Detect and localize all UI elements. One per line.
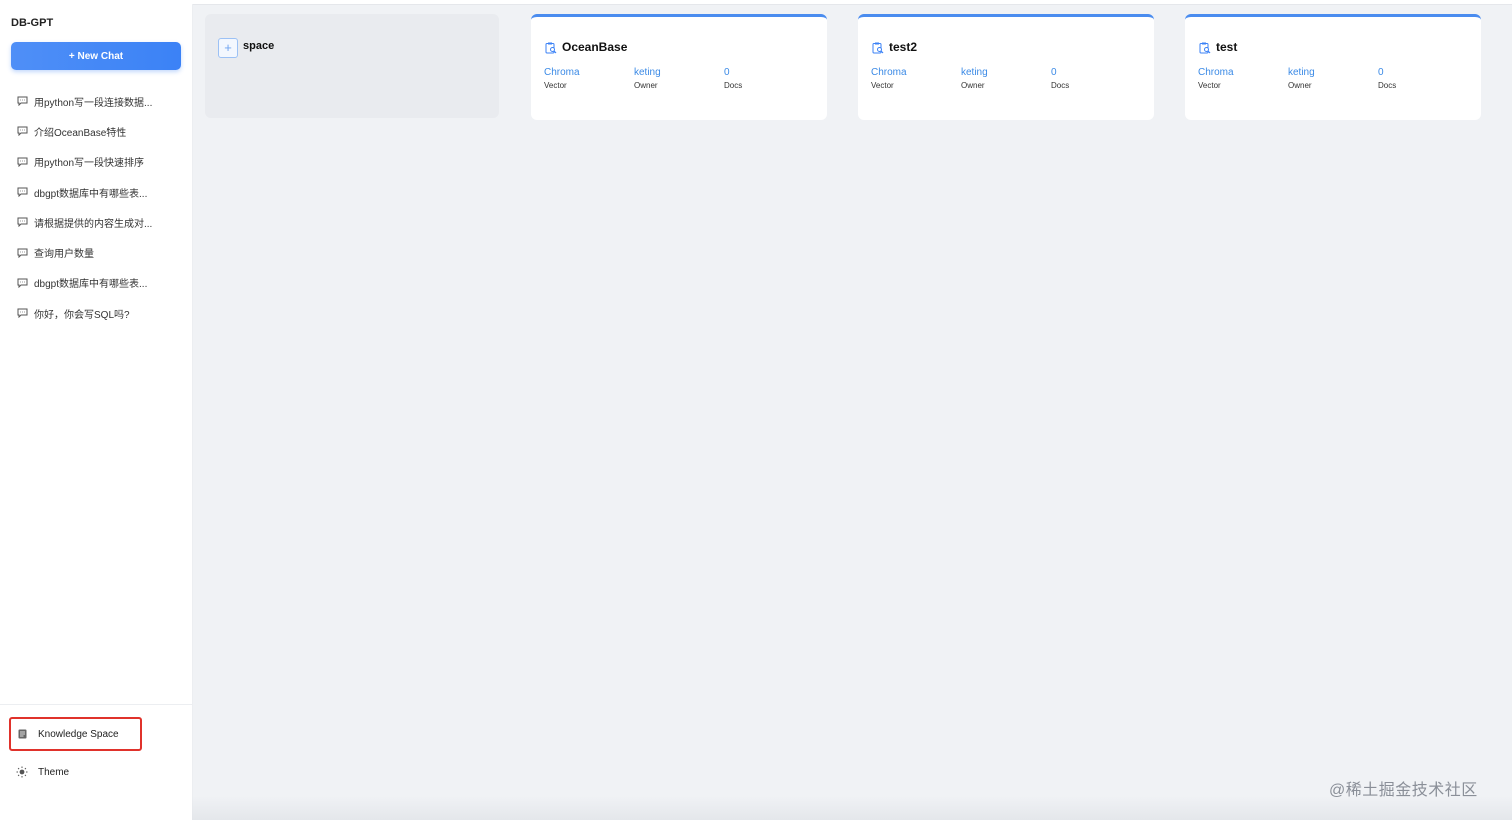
chat-bubble-icon xyxy=(17,217,28,228)
document-icon xyxy=(18,729,27,739)
app-title: DB-GPT xyxy=(11,17,54,29)
add-space-label: space xyxy=(243,40,275,52)
vector-stat: Chroma Vector xyxy=(1198,67,1234,90)
knowledge-space-label: Knowledge Space xyxy=(38,728,119,740)
chat-bubble-icon xyxy=(17,308,28,319)
vector-value: Chroma xyxy=(544,67,580,78)
history-item[interactable]: 用python写一段快速排序 xyxy=(0,147,192,177)
sun-icon xyxy=(16,766,28,778)
owner-stat: keting Owner xyxy=(634,67,661,90)
vector-value: Chroma xyxy=(871,67,907,78)
history-item[interactable]: 介绍OceanBase特性 xyxy=(0,116,192,146)
vector-label: Vector xyxy=(871,81,894,90)
docs-label: Docs xyxy=(724,81,743,90)
top-border xyxy=(0,0,1512,5)
owner-value: keting xyxy=(961,67,988,78)
owner-stat: keting Owner xyxy=(961,67,988,90)
docs-label: Docs xyxy=(1378,81,1397,90)
vector-label: Vector xyxy=(544,81,567,90)
chat-bubble-icon xyxy=(17,96,28,107)
owner-label: Owner xyxy=(1288,81,1312,90)
knowledge-base-icon xyxy=(545,42,557,54)
history-item-label: dbgpt数据库中有哪些表... xyxy=(34,279,148,291)
history-item-label: 查询用户数量 xyxy=(34,249,94,261)
knowledge-space-card[interactable]: test Chroma Vector keting Owner 0 Docs xyxy=(1185,14,1481,120)
vector-value: Chroma xyxy=(1198,67,1234,78)
plus-icon[interactable]: + xyxy=(218,38,238,58)
docs-value: 0 xyxy=(724,67,730,78)
chat-bubble-icon xyxy=(17,278,28,288)
vector-stat: Chroma Vector xyxy=(544,67,580,90)
docs-value: 0 xyxy=(1378,67,1384,78)
owner-stat: keting Owner xyxy=(1288,67,1315,90)
docs-value: 0 xyxy=(1051,67,1057,78)
add-space-card[interactable]: + space xyxy=(205,14,499,118)
owner-label: Owner xyxy=(961,81,985,90)
theme-toggle[interactable]: Theme xyxy=(16,764,69,780)
docs-stat: 0 Docs xyxy=(724,67,742,90)
sidebar: DB-GPT + New Chat 用python写一段连接数据... 介绍Oc… xyxy=(0,4,193,820)
history-item[interactable]: 用python写一段连接数据... xyxy=(0,86,192,116)
chat-bubble-icon xyxy=(17,187,28,198)
new-chat-button[interactable]: + New Chat xyxy=(11,42,181,70)
card-title: test2 xyxy=(889,40,918,54)
owner-value: keting xyxy=(1288,67,1315,78)
bottom-shadow xyxy=(192,796,1512,820)
owner-label: Owner xyxy=(634,81,658,90)
docs-label: Docs xyxy=(1051,81,1070,90)
knowledge-space-card[interactable]: test2 Chroma Vector keting Owner 0 Docs xyxy=(858,14,1154,120)
chat-bubble-icon xyxy=(17,157,28,167)
history-item-label: 用python写一段快速排序 xyxy=(34,158,145,170)
sidebar-divider xyxy=(0,704,192,705)
history-item-label: 介绍OceanBase特性 xyxy=(34,127,127,139)
chat-bubble-icon xyxy=(17,126,28,137)
card-title: OceanBase xyxy=(562,40,628,54)
history-item[interactable]: 查询用户数量 xyxy=(0,237,192,267)
docs-stat: 0 Docs xyxy=(1378,67,1396,90)
history-item-label: 你好，你会写SQL吗? xyxy=(34,309,130,321)
theme-label: Theme xyxy=(38,766,70,778)
history-item-label: 请根据提供的内容生成对... xyxy=(34,218,153,230)
knowledge-base-icon xyxy=(872,42,884,54)
history-item[interactable]: 你好，你会写SQL吗? xyxy=(0,298,192,328)
docs-stat: 0 Docs xyxy=(1051,67,1069,90)
watermark-text: @稀土掘金技术社区 xyxy=(1329,782,1478,799)
vector-label: Vector xyxy=(1198,81,1221,90)
history-item[interactable]: 请根据提供的内容生成对... xyxy=(0,207,192,237)
history-item-label: dbgpt数据库中有哪些表... xyxy=(34,188,148,200)
owner-value: keting xyxy=(634,67,661,78)
history-item-label: 用python写一段连接数据... xyxy=(34,97,153,109)
card-title: test xyxy=(1216,40,1238,54)
knowledge-space-card[interactable]: OceanBase Chroma Vector keting Owner 0 D… xyxy=(531,14,827,120)
chat-history-list: 用python写一段连接数据... 介绍OceanBase特性 用python写… xyxy=(0,86,192,328)
knowledge-base-icon xyxy=(1199,42,1211,54)
history-item[interactable]: dbgpt数据库中有哪些表... xyxy=(0,268,192,298)
vector-stat: Chroma Vector xyxy=(871,67,907,90)
knowledge-space-nav[interactable]: Knowledge Space xyxy=(9,717,142,751)
chat-bubble-icon xyxy=(17,248,28,258)
history-item[interactable]: dbgpt数据库中有哪些表... xyxy=(0,177,192,207)
